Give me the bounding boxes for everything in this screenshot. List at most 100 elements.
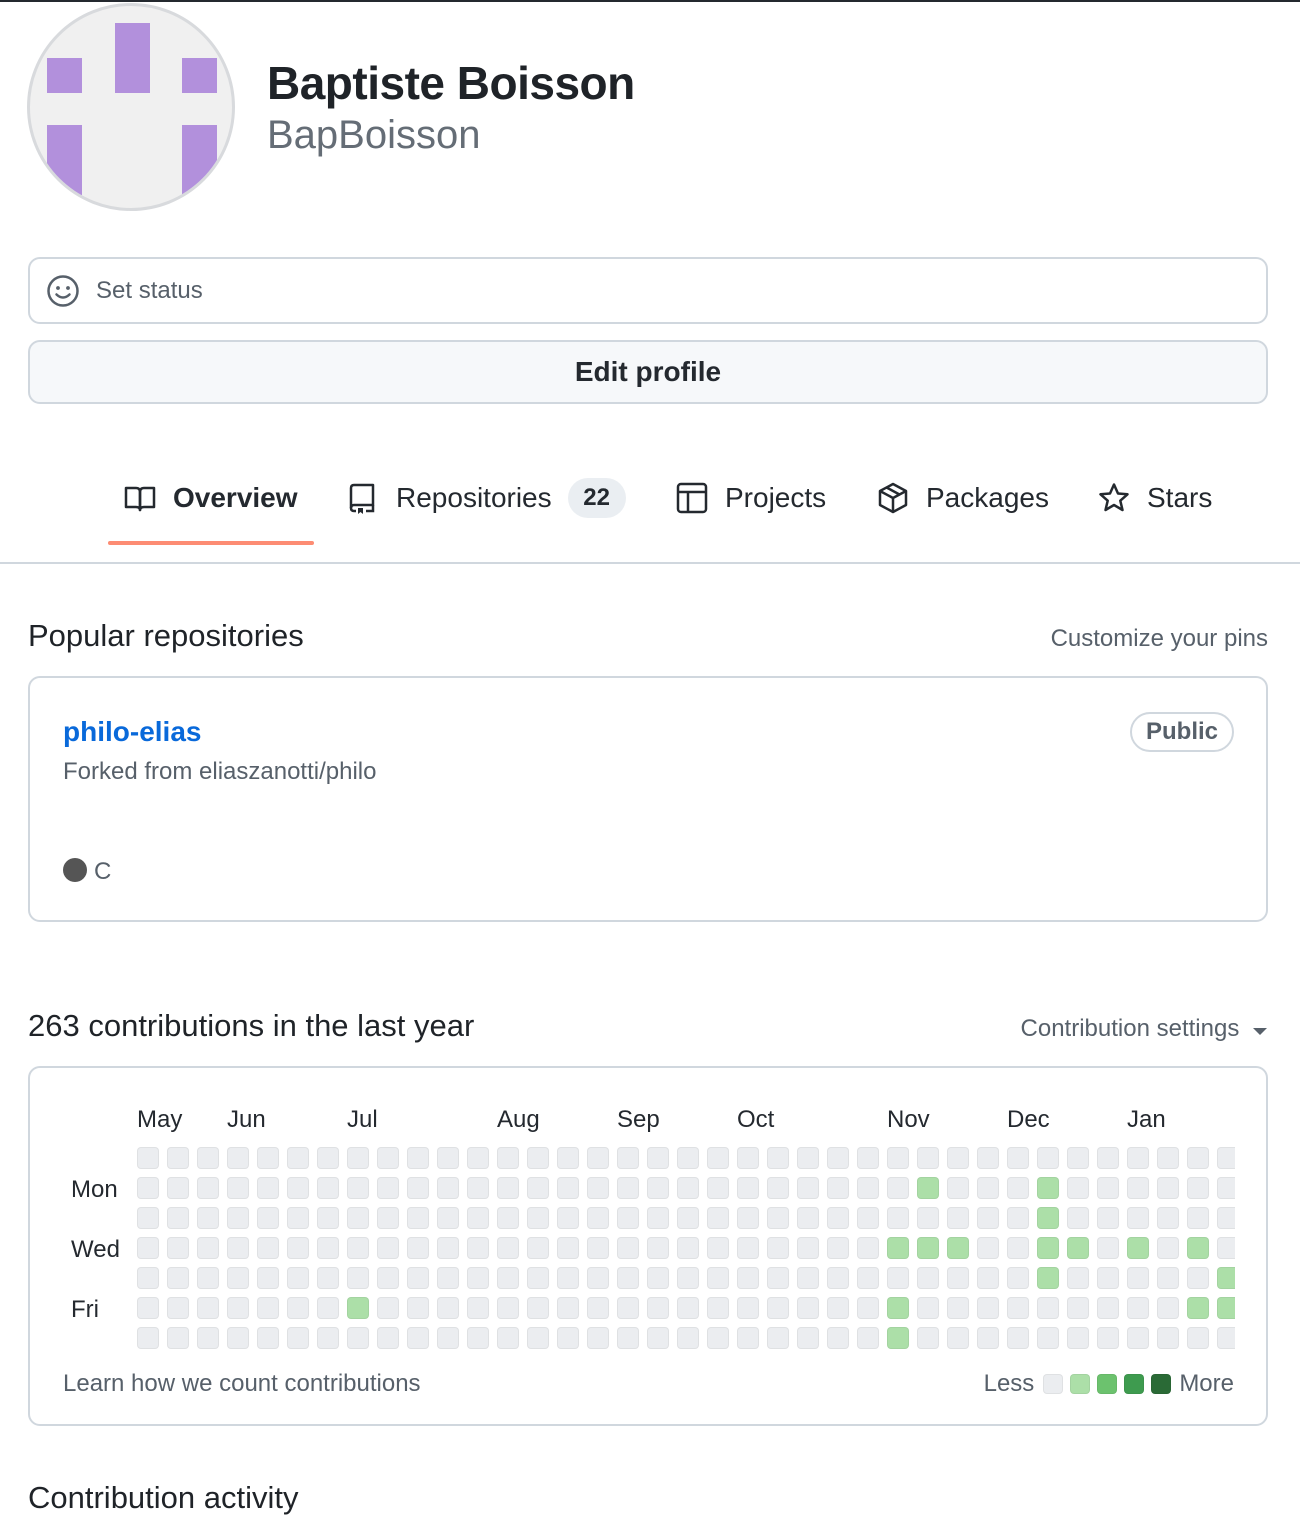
contribution-day-cell[interactable] [1157, 1147, 1179, 1169]
contribution-day-cell[interactable] [677, 1297, 699, 1319]
contribution-day-cell[interactable] [317, 1147, 339, 1169]
contribution-day-cell[interactable] [707, 1267, 729, 1289]
contribution-day-cell[interactable] [1127, 1207, 1149, 1229]
contribution-day-cell[interactable] [497, 1207, 519, 1229]
contribution-day-cell[interactable] [587, 1177, 609, 1199]
contribution-day-cell[interactable] [497, 1267, 519, 1289]
contribution-day-cell[interactable] [167, 1327, 189, 1349]
tab-projects[interactable]: Projects [675, 478, 826, 518]
contribution-day-cell[interactable] [737, 1147, 759, 1169]
contribution-day-cell[interactable] [227, 1327, 249, 1349]
contribution-day-cell[interactable] [857, 1297, 879, 1319]
contribution-day-cell[interactable] [227, 1297, 249, 1319]
repo-link[interactable]: philo-elias [63, 716, 201, 748]
contribution-day-cell[interactable] [857, 1327, 879, 1349]
contribution-day-cell[interactable] [647, 1327, 669, 1349]
contribution-day-cell[interactable] [587, 1237, 609, 1259]
contribution-day-cell[interactable] [437, 1207, 459, 1229]
contribution-day-cell[interactable] [1187, 1297, 1209, 1319]
contribution-day-cell[interactable] [1157, 1207, 1179, 1229]
contribution-day-cell[interactable] [977, 1267, 999, 1289]
contribution-day-cell[interactable] [917, 1327, 939, 1349]
contribution-day-cell[interactable] [377, 1297, 399, 1319]
contribution-day-cell[interactable] [947, 1237, 969, 1259]
contribution-day-cell[interactable] [1127, 1237, 1149, 1259]
contribution-day-cell[interactable] [347, 1147, 369, 1169]
contribution-day-cell[interactable] [827, 1297, 849, 1319]
contribution-day-cell[interactable] [767, 1327, 789, 1349]
contribution-day-cell[interactable] [917, 1177, 939, 1199]
contribution-day-cell[interactable] [617, 1297, 639, 1319]
contribution-day-cell[interactable] [887, 1237, 909, 1259]
contribution-day-cell[interactable] [437, 1147, 459, 1169]
contribution-day-cell[interactable] [467, 1297, 489, 1319]
contribution-day-cell[interactable] [617, 1177, 639, 1199]
contribution-day-cell[interactable] [1187, 1267, 1209, 1289]
contribution-day-cell[interactable] [1217, 1267, 1235, 1289]
contribution-day-cell[interactable] [407, 1207, 429, 1229]
contribution-day-cell[interactable] [287, 1207, 309, 1229]
contribution-day-cell[interactable] [1007, 1147, 1029, 1169]
contribution-day-cell[interactable] [317, 1207, 339, 1229]
contribution-day-cell[interactable] [797, 1207, 819, 1229]
contribution-day-cell[interactable] [797, 1147, 819, 1169]
contribution-day-cell[interactable] [257, 1267, 279, 1289]
contribution-day-cell[interactable] [257, 1207, 279, 1229]
contribution-day-cell[interactable] [1007, 1297, 1029, 1319]
contribution-day-cell[interactable] [1187, 1177, 1209, 1199]
contribution-day-cell[interactable] [1217, 1237, 1235, 1259]
contribution-day-cell[interactable] [1037, 1147, 1059, 1169]
contribution-day-cell[interactable] [1067, 1207, 1089, 1229]
contribution-day-cell[interactable] [497, 1237, 519, 1259]
contribution-day-cell[interactable] [1127, 1327, 1149, 1349]
contribution-day-cell[interactable] [137, 1177, 159, 1199]
contribution-day-cell[interactable] [287, 1267, 309, 1289]
contribution-day-cell[interactable] [1187, 1327, 1209, 1349]
contribution-day-cell[interactable] [1157, 1327, 1179, 1349]
contribution-day-cell[interactable] [617, 1147, 639, 1169]
contribution-day-cell[interactable] [257, 1237, 279, 1259]
contribution-day-cell[interactable] [497, 1327, 519, 1349]
edit-profile-button[interactable]: Edit profile [28, 340, 1268, 404]
contribution-day-cell[interactable] [407, 1297, 429, 1319]
contribution-day-cell[interactable] [377, 1177, 399, 1199]
contribution-day-cell[interactable] [317, 1267, 339, 1289]
contribution-day-cell[interactable] [1217, 1147, 1235, 1169]
contribution-day-cell[interactable] [347, 1177, 369, 1199]
contribution-day-cell[interactable] [557, 1267, 579, 1289]
contribution-day-cell[interactable] [767, 1177, 789, 1199]
contribution-day-cell[interactable] [767, 1207, 789, 1229]
contribution-day-cell[interactable] [767, 1147, 789, 1169]
contribution-day-cell[interactable] [1037, 1327, 1059, 1349]
contribution-day-cell[interactable] [767, 1297, 789, 1319]
contribution-day-cell[interactable] [1217, 1327, 1235, 1349]
avatar[interactable] [27, 3, 235, 211]
contribution-day-cell[interactable] [1037, 1237, 1059, 1259]
contribution-day-cell[interactable] [887, 1327, 909, 1349]
contribution-day-cell[interactable] [557, 1147, 579, 1169]
contribution-day-cell[interactable] [1007, 1267, 1029, 1289]
contribution-day-cell[interactable] [1007, 1327, 1029, 1349]
contribution-day-cell[interactable] [677, 1327, 699, 1349]
contribution-day-cell[interactable] [587, 1327, 609, 1349]
contribution-day-cell[interactable] [797, 1267, 819, 1289]
contribution-day-cell[interactable] [1037, 1177, 1059, 1199]
contribution-day-cell[interactable] [557, 1207, 579, 1229]
contribution-day-cell[interactable] [197, 1147, 219, 1169]
contribution-day-cell[interactable] [1067, 1267, 1089, 1289]
contribution-day-cell[interactable] [467, 1177, 489, 1199]
contribution-day-cell[interactable] [857, 1237, 879, 1259]
contribution-day-cell[interactable] [827, 1147, 849, 1169]
contribution-day-cell[interactable] [917, 1207, 939, 1229]
contribution-day-cell[interactable] [647, 1297, 669, 1319]
contribution-day-cell[interactable] [767, 1237, 789, 1259]
contribution-day-cell[interactable] [1097, 1327, 1119, 1349]
contribution-day-cell[interactable] [827, 1267, 849, 1289]
contribution-day-cell[interactable] [257, 1177, 279, 1199]
contribution-day-cell[interactable] [227, 1207, 249, 1229]
contribution-day-cell[interactable] [1097, 1147, 1119, 1169]
contribution-day-cell[interactable] [257, 1297, 279, 1319]
contribution-day-cell[interactable] [1157, 1177, 1179, 1199]
contribution-day-cell[interactable] [197, 1237, 219, 1259]
contribution-day-cell[interactable] [737, 1237, 759, 1259]
